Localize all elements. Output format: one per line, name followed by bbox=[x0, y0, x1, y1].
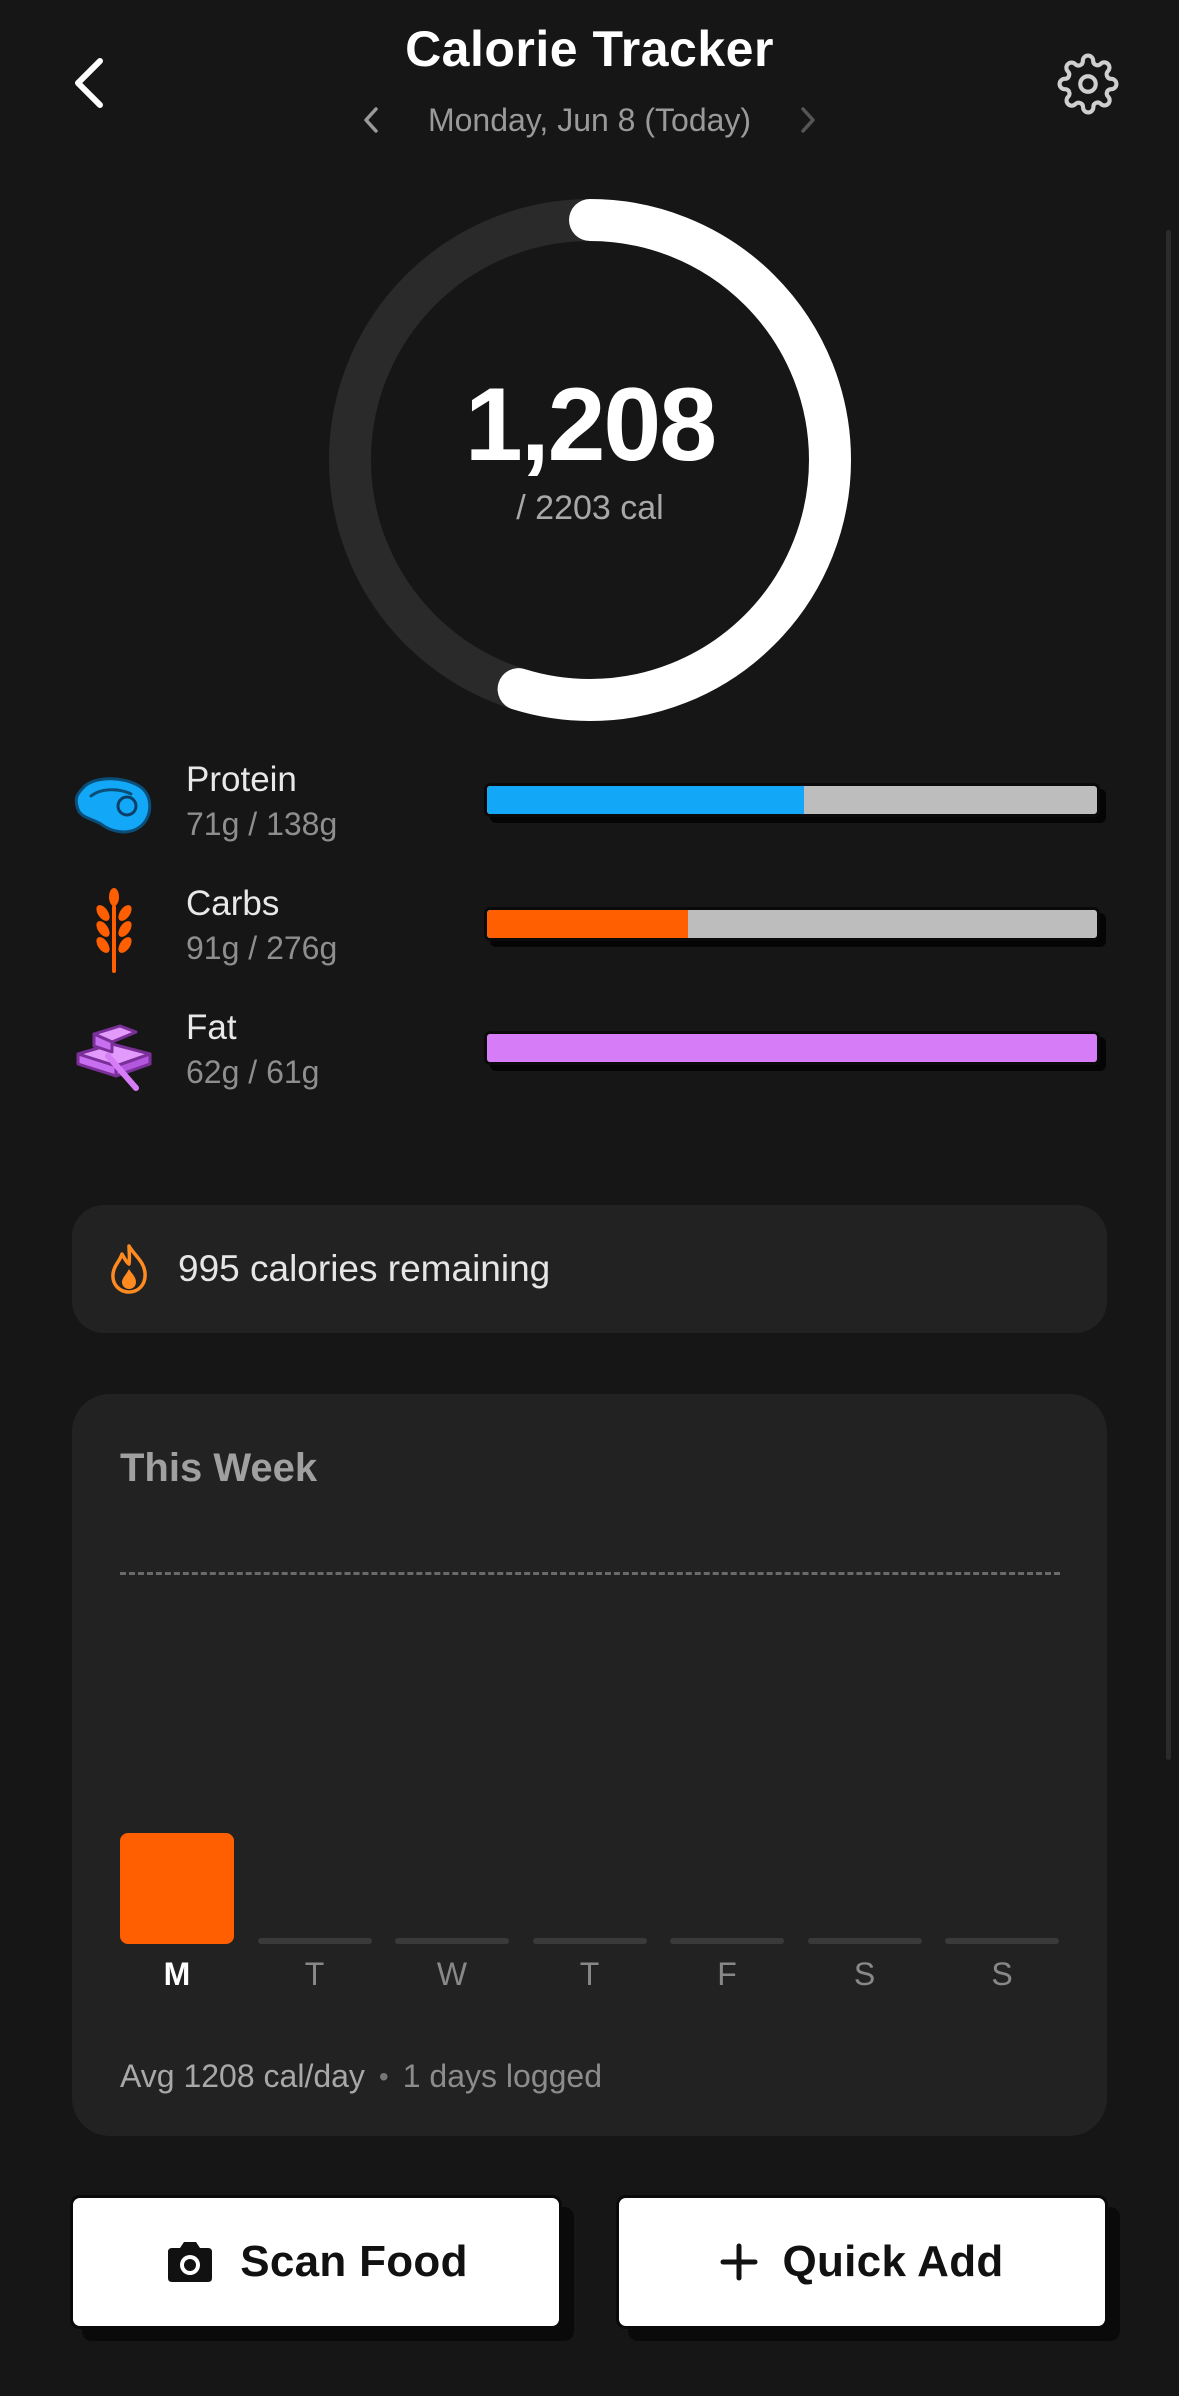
macro-progress-bar bbox=[484, 1031, 1100, 1065]
day-label: T bbox=[579, 1956, 600, 1992]
day-column: S bbox=[945, 1394, 1059, 2014]
day-column: S bbox=[807, 1394, 922, 2014]
day-label: M bbox=[163, 1956, 191, 1992]
day-column: M bbox=[120, 1394, 234, 2014]
macro-progress-fill bbox=[487, 910, 689, 938]
day-label: W bbox=[436, 1956, 468, 1992]
macro-name: Carbs bbox=[186, 884, 280, 923]
macro-row-protein: Protein 71g / 138g bbox=[70, 756, 1110, 846]
camera-icon bbox=[168, 2242, 213, 2282]
day-label: F bbox=[717, 1956, 737, 1992]
day-column: F bbox=[670, 1394, 784, 2014]
week-summary-card: This Week MTWTFSS Avg 1208 cal/day • 1 d… bbox=[72, 1394, 1107, 2136]
quick-add-label: Quick Add bbox=[782, 2237, 1004, 2286]
day-label: S bbox=[853, 1956, 876, 1992]
day-bar bbox=[807, 1938, 922, 1944]
days-logged: 1 days logged bbox=[402, 2058, 602, 2094]
plus-icon bbox=[720, 2243, 758, 2281]
macro-amount: 71g / 138g bbox=[186, 806, 338, 842]
day-column: T bbox=[257, 1394, 372, 2014]
macro-progress-bar bbox=[484, 907, 1100, 941]
chevron-left-icon bbox=[364, 107, 378, 133]
calorie-tracker-screen: Calorie Tracker Monday, Jun 8 (Today) 1,… bbox=[0, 0, 1179, 2396]
scan-food-label: Scan Food bbox=[240, 2237, 468, 2286]
day-bar bbox=[670, 1938, 784, 1944]
scrollbar[interactable] bbox=[1166, 230, 1171, 1760]
separator-dot: • bbox=[378, 2060, 389, 2092]
average-calories: Avg 1208 cal/day bbox=[120, 2058, 365, 2094]
quick-add-button[interactable]: Quick Add bbox=[616, 2195, 1108, 2329]
day-bar bbox=[120, 1833, 234, 1944]
chevron-right-icon bbox=[801, 107, 815, 133]
calorie-ring: 1,208 / 2203 cal bbox=[328, 198, 852, 722]
previous-day-button[interactable] bbox=[356, 100, 386, 140]
macro-row-carbs: Carbs 91g / 276g bbox=[70, 880, 1110, 973]
day-column: T bbox=[532, 1394, 647, 2014]
macro-row-fat: Fat 62g / 61g bbox=[70, 1004, 1110, 1094]
day-bar bbox=[257, 1938, 372, 1944]
macro-amount: 62g / 61g bbox=[186, 1054, 320, 1090]
calories-remaining-text: 995 calories remaining bbox=[178, 1248, 551, 1289]
macro-progress-fill bbox=[487, 786, 805, 814]
day-bar bbox=[532, 1938, 647, 1944]
date-selector: Monday, Jun 8 (Today) bbox=[0, 95, 1179, 145]
calorie-goal: / 2203 cal bbox=[516, 488, 664, 527]
day-column: W bbox=[395, 1394, 509, 2014]
day-bar bbox=[945, 1938, 1059, 1944]
macro-amount: 91g / 276g bbox=[186, 930, 338, 966]
macro-name: Fat bbox=[186, 1008, 237, 1047]
scan-food-button[interactable]: Scan Food bbox=[70, 2195, 562, 2329]
day-bar bbox=[395, 1938, 509, 1944]
flame-icon bbox=[111, 1244, 147, 1294]
page-title: Calorie Tracker bbox=[405, 21, 774, 77]
steak-icon bbox=[70, 766, 158, 846]
macro-name: Protein bbox=[186, 760, 297, 799]
calories-remaining-card: 995 calories remaining bbox=[72, 1205, 1107, 1333]
calories-consumed: 1,208 bbox=[464, 366, 717, 483]
day-label: T bbox=[304, 1956, 325, 1992]
butter-icon bbox=[70, 1014, 158, 1094]
week-footer: Avg 1208 cal/day • 1 days logged bbox=[120, 2058, 602, 2095]
current-date: Monday, Jun 8 (Today) bbox=[427, 101, 752, 138]
macro-progress-bar bbox=[484, 783, 1100, 817]
day-label: S bbox=[991, 1956, 1013, 1992]
next-day-button[interactable] bbox=[793, 100, 823, 140]
wheat-icon bbox=[70, 888, 158, 973]
macro-progress-fill bbox=[487, 1034, 1097, 1062]
